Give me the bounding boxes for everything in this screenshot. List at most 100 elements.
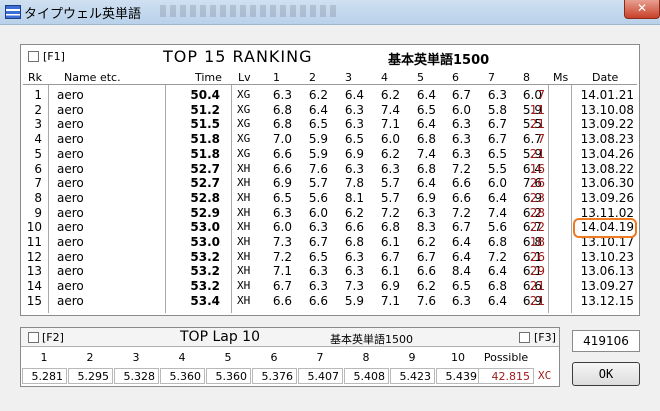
col-header-s8: 8 bbox=[523, 71, 530, 84]
f2-checkbox[interactable] bbox=[28, 332, 39, 343]
time-cell: 52.8 bbox=[190, 190, 220, 205]
level-cell: XH bbox=[237, 293, 251, 307]
split-cell: 7.6 bbox=[416, 293, 436, 308]
miss-cell: 21 bbox=[529, 146, 545, 161]
lap-number: 4 bbox=[178, 351, 186, 364]
split-cell: 5.5 bbox=[487, 161, 507, 176]
split-cell: 8.4 bbox=[451, 264, 471, 279]
split-cell: 6.3 bbox=[272, 88, 292, 102]
split-cell: 5.9 bbox=[308, 132, 328, 147]
split-cell: 6.8 bbox=[487, 279, 507, 294]
split-cell: 6.0 bbox=[308, 205, 328, 220]
possible-level: XC bbox=[538, 369, 552, 382]
f2-label: [F2] bbox=[42, 331, 64, 344]
time-cell: 52.9 bbox=[190, 205, 220, 220]
split-cell: 6.4 bbox=[451, 235, 471, 249]
name-cell: aero bbox=[57, 235, 84, 249]
col-header-lv: Lv bbox=[238, 71, 251, 84]
level-cell: XH bbox=[237, 205, 251, 219]
split-cell: 6.8 bbox=[416, 161, 436, 176]
f1-checkbox[interactable] bbox=[28, 51, 39, 62]
ranking-subtitle: 基本英単語1500 bbox=[388, 53, 490, 68]
date-cell: 13.09.26 bbox=[580, 190, 634, 205]
col-header-name: Name etc. bbox=[64, 71, 121, 84]
rank-cell: 11 bbox=[26, 235, 42, 249]
miss-cell: 21 bbox=[529, 117, 545, 132]
lap-value: 5.407 bbox=[298, 368, 343, 384]
ok-button[interactable]: OK bbox=[572, 362, 640, 386]
date-cell: 13.12.15 bbox=[580, 293, 634, 308]
split-cell: 6.6 bbox=[272, 293, 292, 308]
time-cell: 52.7 bbox=[190, 161, 220, 176]
lap-number: 8 bbox=[362, 351, 370, 364]
split-cell: 6.7 bbox=[416, 249, 436, 264]
split-cell: 6.5 bbox=[451, 279, 471, 294]
possible-label: Possible bbox=[483, 351, 529, 364]
split-cell: 7.3 bbox=[272, 235, 292, 249]
rank-cell: 5 bbox=[34, 146, 42, 161]
split-cell: 6.5 bbox=[308, 117, 328, 132]
col-header-s1: 1 bbox=[273, 71, 280, 84]
split-cell: 6.3 bbox=[308, 264, 328, 279]
split-cell: 5.6 bbox=[308, 190, 328, 205]
col-header-s7: 7 bbox=[488, 71, 495, 84]
split-cell: 6.2 bbox=[344, 205, 364, 220]
name-cell: aero bbox=[57, 102, 84, 117]
split-cell: 7.2 bbox=[487, 249, 507, 264]
name-cell: aero bbox=[57, 279, 84, 294]
miss-cell: 7 bbox=[537, 88, 545, 102]
split-cell: 6.3 bbox=[487, 88, 507, 102]
split-cell: 6.5 bbox=[272, 190, 292, 205]
split-cell: 6.4 bbox=[416, 88, 436, 102]
miss-cell: 18 bbox=[529, 235, 545, 249]
name-cell: aero bbox=[57, 249, 84, 264]
split-cell: 6.6 bbox=[308, 293, 328, 308]
date-cell: 13.08.22 bbox=[580, 161, 634, 176]
rank-cell: 4 bbox=[34, 132, 42, 147]
col-header-time: Time bbox=[195, 71, 222, 84]
split-cell: 6.8 bbox=[487, 235, 507, 249]
level-cell: XH bbox=[237, 249, 251, 263]
date-cell: 14.01.21 bbox=[580, 88, 634, 102]
miss-cell: 7 bbox=[537, 132, 545, 147]
lap-number: 6 bbox=[270, 351, 278, 364]
window-title: タイプウェル英単語 bbox=[24, 7, 142, 22]
f3-checkbox[interactable] bbox=[519, 332, 530, 343]
name-cell: aero bbox=[57, 220, 84, 235]
split-cell: 6.1 bbox=[380, 235, 400, 249]
lap-header bbox=[21, 328, 559, 347]
split-cell: 6.1 bbox=[380, 264, 400, 279]
split-cell: 7.2 bbox=[272, 249, 292, 264]
split-cell: 5.6 bbox=[487, 220, 507, 235]
split-cell: 6.3 bbox=[416, 205, 436, 220]
close-button[interactable]: ✕ bbox=[624, 0, 660, 19]
split-cell: 6.4 bbox=[487, 293, 507, 308]
split-cell: 6.4 bbox=[416, 176, 436, 191]
f3-label: [F3] bbox=[534, 331, 556, 344]
level-cell: XG bbox=[237, 146, 251, 160]
lap-value: 5.281 bbox=[22, 368, 67, 384]
date-cell: 13.09.22 bbox=[580, 117, 634, 132]
miss-cell: 26 bbox=[529, 249, 545, 264]
time-cell: 53.0 bbox=[190, 235, 220, 249]
lap-number: 3 bbox=[132, 351, 140, 364]
split-cell: 7.3 bbox=[344, 279, 364, 294]
name-cell: aero bbox=[57, 146, 84, 161]
miss-cell: 23 bbox=[529, 190, 545, 205]
time-cell: 53.0 bbox=[190, 220, 220, 235]
col-header-ms: Ms bbox=[553, 71, 569, 84]
split-cell: 7.1 bbox=[380, 293, 400, 308]
split-cell: 6.3 bbox=[272, 205, 292, 220]
rank-cell: 13 bbox=[26, 264, 42, 279]
split-cell: 7.4 bbox=[380, 102, 400, 117]
split-cell: 6.0 bbox=[487, 176, 507, 191]
level-cell: XH bbox=[237, 161, 251, 175]
col-header-s2: 2 bbox=[309, 71, 316, 84]
level-cell: XG bbox=[237, 117, 251, 131]
split-cell: 6.7 bbox=[487, 132, 507, 147]
split-cell: 6.7 bbox=[487, 117, 507, 132]
ranking-header bbox=[23, 47, 637, 67]
split-cell: 6.8 bbox=[344, 235, 364, 249]
lap-value: 5.439 bbox=[436, 368, 481, 384]
split-cell: 5.9 bbox=[344, 293, 364, 308]
